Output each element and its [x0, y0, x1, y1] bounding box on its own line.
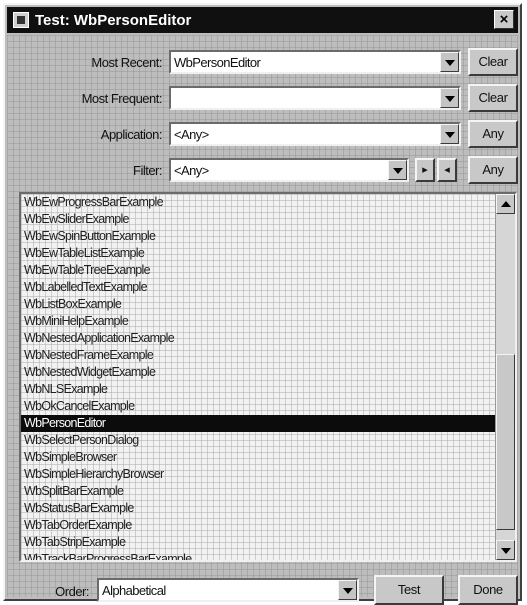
list-item[interactable]: WbEwTableTreeExample [21, 262, 497, 279]
application-value: <Any> [174, 127, 209, 142]
most-frequent-label: Most Frequent: [81, 91, 163, 106]
window-title: Test: WbPersonEditor [35, 11, 192, 29]
list-item[interactable]: WbEwProgressBarExample [21, 194, 497, 211]
list-item[interactable]: WbEwSpinButtonExample [21, 228, 497, 245]
chevron-down-icon[interactable] [440, 124, 459, 144]
most-recent-value: WbPersonEditor [174, 55, 261, 70]
list-item[interactable]: WbSplitBarExample [21, 483, 497, 500]
list-item[interactable]: WbSimpleHierarchyBrowser [21, 466, 497, 483]
list-item[interactable]: WbNLSExample [21, 381, 497, 398]
list-item[interactable]: WbOkCancelExample [21, 398, 497, 415]
most-recent-clear-button[interactable]: Clear [468, 48, 518, 76]
arrow-down-icon[interactable] [496, 540, 515, 560]
dialog-body: Most Recent: WbPersonEditor Clear Most F… [7, 35, 518, 605]
list-item[interactable]: WbLabelledTextExample [21, 279, 497, 296]
scrollbar-thumb[interactable] [496, 354, 515, 530]
list-item[interactable]: WbMiniHelpExample [21, 313, 497, 330]
list-item[interactable]: WbSelectPersonDialog [21, 432, 497, 449]
list-item[interactable]: WbEwSliderExample [21, 211, 497, 228]
most-recent-combo[interactable]: WbPersonEditor [169, 50, 461, 74]
filter-next-button[interactable]: ▸ [415, 158, 435, 182]
filter-label: Filter: [133, 163, 163, 178]
order-combo[interactable]: Alphabetical [97, 578, 359, 602]
list-item[interactable]: WbSimpleBrowser [21, 449, 497, 466]
list-item[interactable]: WbEwTableListExample [21, 245, 497, 262]
filter-combo[interactable]: <Any> [169, 158, 409, 182]
most-recent-label: Most Recent: [91, 55, 162, 70]
chevron-down-icon[interactable] [388, 160, 407, 180]
chevron-down-icon[interactable] [338, 580, 357, 600]
application-any-button[interactable]: Any [468, 120, 518, 148]
arrow-up-icon[interactable] [496, 194, 515, 214]
done-button[interactable]: Done [458, 575, 518, 605]
list-item[interactable]: WbNestedWidgetExample [21, 364, 497, 381]
list-item[interactable]: WbTabStripExample [21, 534, 497, 551]
application-label: Application: [100, 127, 163, 142]
test-class-listbox[interactable]: WbEwProgressBarExample WbEwSliderExample W… [19, 192, 517, 562]
test-window: Test: WbPersonEditor × Most Recent: WbPe… [3, 3, 522, 605]
list-item[interactable]: WbPersonEditor [21, 415, 497, 432]
app-icon [13, 12, 29, 28]
chevron-down-icon[interactable] [440, 88, 459, 108]
list-item[interactable]: WbNestedFrameExample [21, 347, 497, 364]
title-bar[interactable]: Test: WbPersonEditor × [7, 7, 518, 33]
application-combo[interactable]: <Any> [169, 122, 461, 146]
list-item[interactable]: WbTrackBarProgressBarExample [21, 551, 497, 560]
list-item[interactable]: WbTabOrderExample [21, 517, 497, 534]
filter-prev-button[interactable]: ◂ [437, 158, 457, 182]
most-frequent-combo[interactable] [169, 86, 461, 110]
filter-any-button[interactable]: Any [468, 156, 518, 184]
list-item[interactable]: WbListBoxExample [21, 296, 497, 313]
list-item[interactable]: WbNestedApplicationExample [21, 330, 497, 347]
order-value: Alphabetical [102, 583, 166, 598]
order-label: Order: [55, 584, 89, 599]
chevron-down-icon[interactable] [440, 52, 459, 72]
most-frequent-clear-button[interactable]: Clear [468, 84, 518, 112]
list-item[interactable]: WbStatusBarExample [21, 500, 497, 517]
test-button[interactable]: Test [374, 575, 444, 605]
close-button[interactable]: × [494, 10, 514, 29]
vertical-scrollbar[interactable] [495, 194, 515, 560]
filter-value: <Any> [174, 163, 209, 178]
list-items-container: WbEwProgressBarExample WbEwSliderExample W… [21, 194, 497, 560]
